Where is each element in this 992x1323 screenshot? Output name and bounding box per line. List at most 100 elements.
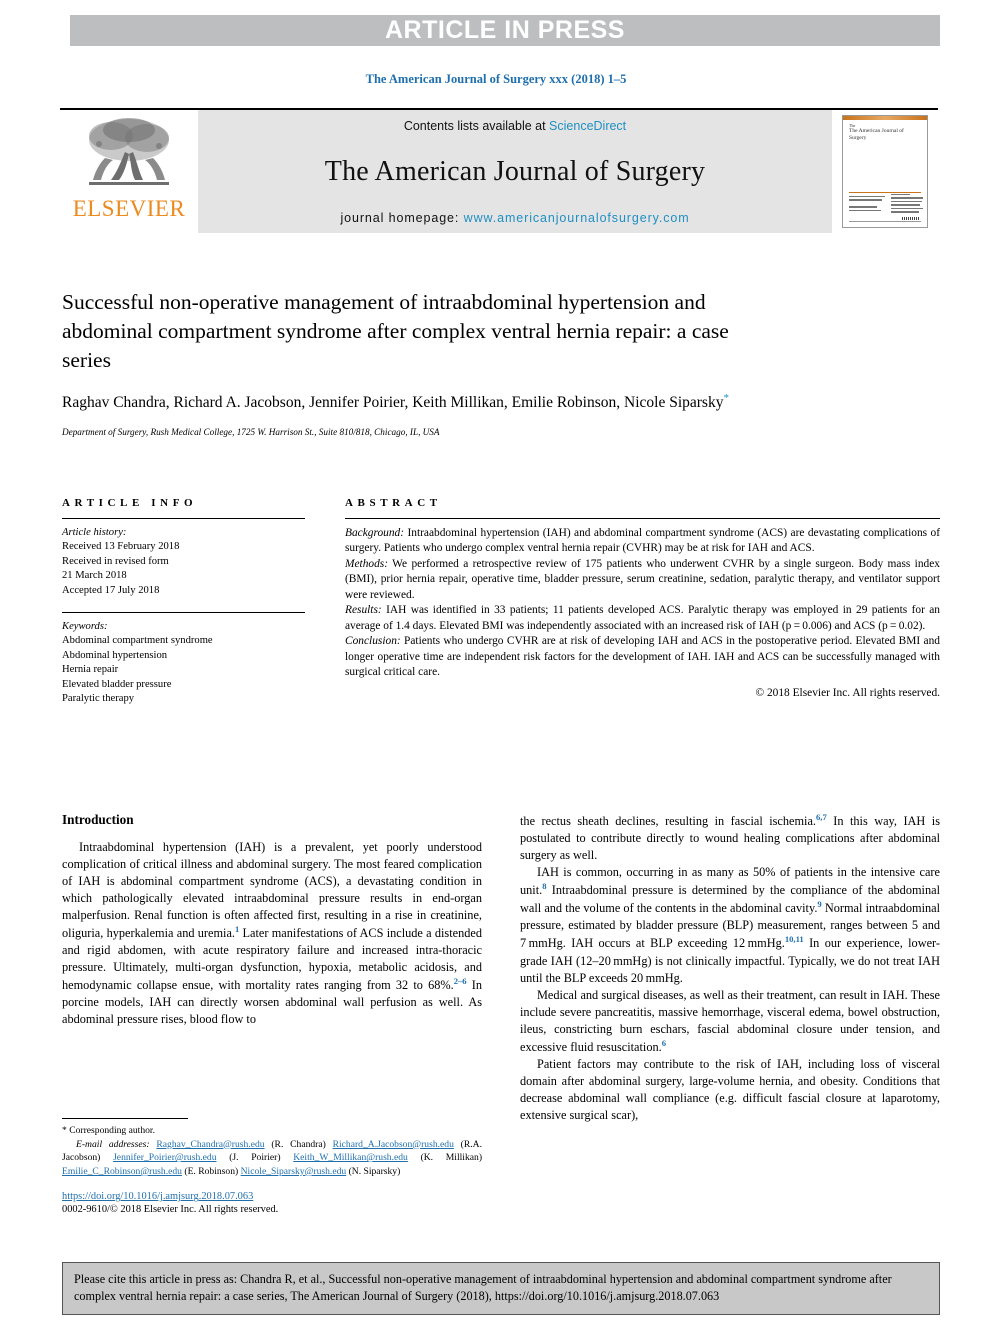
article-history-item: 21 March 2018 (62, 570, 127, 582)
sciencedirect-link[interactable]: ScienceDirect (549, 119, 626, 133)
keywords-label: Keywords: (62, 621, 108, 633)
article-history-block: Article history: Received 13 February 20… (62, 526, 305, 598)
body-paragraph: the rectus sheath declines, resulting in… (520, 812, 940, 864)
body-paragraph: Patient factors may contribute to the ri… (520, 1056, 940, 1124)
email-link[interactable]: Raghav_Chandra@rush.edu (156, 1139, 264, 1150)
body-text-run: the rectus sheath declines, resulting in… (520, 814, 816, 829)
article-in-press-banner: ARTICLE IN PRESS (70, 15, 940, 46)
citation-ref[interactable]: 6 (662, 1038, 666, 1048)
abstract-section: Background: Intraabdominal hypertension … (345, 526, 940, 557)
contents-prefix-text: Contents lists available at (403, 119, 550, 133)
elsevier-tree-icon (89, 118, 169, 185)
page-title: Successful non-operative management of i… (62, 290, 729, 373)
abstract-section-label: Background: (345, 527, 405, 539)
journal-cover-block: The The American Journal of Surgery (832, 110, 938, 233)
cover-divider (849, 192, 921, 193)
cover-text-block-right (891, 194, 923, 215)
abstract-copyright: © 2018 Elsevier Inc. All rights reserved… (755, 686, 940, 699)
email-link[interactable]: Jennifer_Poirier@rush.edu (113, 1152, 216, 1163)
body-text-run: Medical and surgical diseases, as well a… (520, 987, 940, 1054)
title-block: Successful non-operative management of i… (62, 288, 762, 437)
abstract-section-text: Intraabdominal hypertension (IAH) and ab… (345, 527, 940, 555)
article-history-item: Accepted 17 July 2018 (62, 584, 160, 596)
journal-homepage-line: journal homepage: www.americanjournalofs… (340, 211, 689, 225)
abstract-section: Conclusion: Patients who undergo CVHR ar… (345, 634, 940, 680)
abstract-section-text: IAH was identified in 33 patients; 11 pa… (345, 604, 940, 632)
author-list: Raghav Chandra, Richard A. Jacobson, Jen… (62, 391, 762, 414)
journal-citation-line: The American Journal of Surgery xxx (201… (365, 72, 627, 86)
email-link[interactable]: Richard_A.Jacobson@rush.edu (333, 1139, 454, 1150)
body-paragraph: Intraabdominal hypertension (IAH) is a p… (62, 839, 482, 1028)
keywords-block: Keywords: Abdominal compartment syndrome… (62, 620, 305, 706)
info-abstract-region: ARTICLE INFO Article history: Received 1… (62, 497, 940, 706)
doi-link[interactable]: https://doi.org/10.1016/j.amjsurg.2018.0… (62, 1191, 482, 1202)
corresponding-author-note: * Corresponding author. (62, 1125, 155, 1136)
article-info-rule-top (62, 518, 305, 519)
keyword-item: Abdominal compartment syndrome (62, 635, 213, 647)
keyword-item: Elevated bladder pressure (62, 678, 172, 690)
author-names: Raghav Chandra, Richard A. Jacobson, Jen… (62, 394, 724, 412)
footnote-rule (62, 1118, 188, 1119)
abstract-section-text: We performed a retrospective review of 1… (345, 557, 940, 601)
cover-top-bar (843, 116, 927, 120)
email-person: (N. Siparsky) (348, 1165, 401, 1177)
email-person: (R. Chandra) (271, 1138, 326, 1150)
citation-ref[interactable]: 2–6 (454, 976, 467, 986)
corresponding-author-marker: * (723, 392, 729, 405)
journal-cover-thumbnail: The The American Journal of Surgery (842, 115, 928, 228)
cite-this-article-text: Please cite this article in press as: Ch… (74, 1272, 892, 1304)
abstract-section: Results: IAH was identified in 33 patien… (345, 603, 940, 634)
cover-bottom-rule (849, 221, 921, 222)
abstract-section-label: Methods: (345, 557, 389, 570)
email-person: (K. Millikan) (420, 1152, 483, 1164)
keyword-item: Paralytic therapy (62, 693, 135, 705)
article-info-column: ARTICLE INFO Article history: Received 1… (62, 497, 327, 706)
masthead-center-panel: Contents lists available at ScienceDirec… (198, 110, 832, 233)
keyword-item: Abdominal hypertension (62, 649, 168, 661)
abstract-column: ABSTRACT Background: Intraabdominal hype… (327, 497, 940, 706)
cover-barcode-icon (902, 217, 920, 220)
email-person: (E. Robinson) (184, 1165, 239, 1177)
keyword-item: Hernia repair (62, 664, 119, 676)
article-history-item: Received 13 February 2018 (62, 541, 180, 553)
contents-available-line: Contents lists available at ScienceDirec… (404, 119, 626, 133)
article-body: Introduction Intraabdominal hypertension… (62, 812, 940, 1124)
abstract-rule-top (345, 518, 940, 519)
body-paragraph: Medical and surgical diseases, as well a… (520, 987, 940, 1056)
abstract-section-text: Patients who undergo CVHR are at risk of… (345, 635, 940, 679)
article-in-press-label: ARTICLE IN PRESS (385, 16, 625, 44)
journal-masthead: ELSEVIER Contents lists available at Sci… (60, 108, 938, 233)
body-text-run: Patient factors may contribute to the ri… (520, 1056, 940, 1122)
email-link[interactable]: Keith_W_Millikan@rush.edu (293, 1152, 408, 1163)
footnote-block: * Corresponding author. E-mail addresses… (62, 1118, 482, 1215)
issn-copyright-line: 0002-9610/© 2018 Elsevier Inc. All right… (62, 1204, 279, 1216)
cover-journal-title: The The American Journal of Surgery (849, 123, 904, 141)
email-addresses-label: E-mail addresses: (76, 1138, 150, 1150)
affiliation: Department of Surgery, Rush Medical Coll… (62, 427, 440, 438)
homepage-prefix-text: journal homepage: (340, 211, 464, 225)
abstract-section-label: Conclusion: (345, 635, 401, 648)
citation-ref[interactable]: 6,7 (816, 812, 827, 822)
email-addresses-note: E-mail addresses: Raghav_Chandra@rush.ed… (62, 1138, 482, 1179)
article-history-item: Received in revised form (62, 555, 169, 567)
cite-this-article-box: Please cite this article in press as: Ch… (62, 1262, 940, 1316)
article-info-rule-mid (62, 612, 305, 614)
elsevier-wordmark: ELSEVIER (72, 196, 186, 221)
elsevier-logo-block: ELSEVIER (60, 110, 198, 233)
journal-title: The American Journal of Surgery (324, 156, 706, 187)
body-column-right: the rectus sheath declines, resulting in… (520, 812, 940, 1124)
article-info-heading: ARTICLE INFO (62, 497, 198, 509)
abstract-section: Methods: We performed a retrospective re… (345, 557, 940, 603)
body-column-left: Introduction Intraabdominal hypertension… (62, 812, 482, 1124)
abstract-body: Background: Intraabdominal hypertension … (345, 526, 940, 701)
email-person: (J. Poirier) (229, 1152, 281, 1164)
citation-ref[interactable]: 10,11 (785, 934, 804, 944)
article-history-label: Article history: (62, 527, 127, 538)
abstract-heading: ABSTRACT (345, 497, 442, 509)
cover-text-block-left (849, 196, 885, 213)
email-link[interactable]: Emilie_C_Robinson@rush.edu (62, 1166, 182, 1177)
abstract-section-label: Results: (345, 604, 382, 617)
journal-homepage-link[interactable]: www.americanjournalofsurgery.com (464, 211, 690, 225)
body-paragraph: IAH is common, occurring in as many as 5… (520, 864, 940, 986)
email-link[interactable]: Nicole_Siparsky@rush.edu (241, 1166, 347, 1177)
